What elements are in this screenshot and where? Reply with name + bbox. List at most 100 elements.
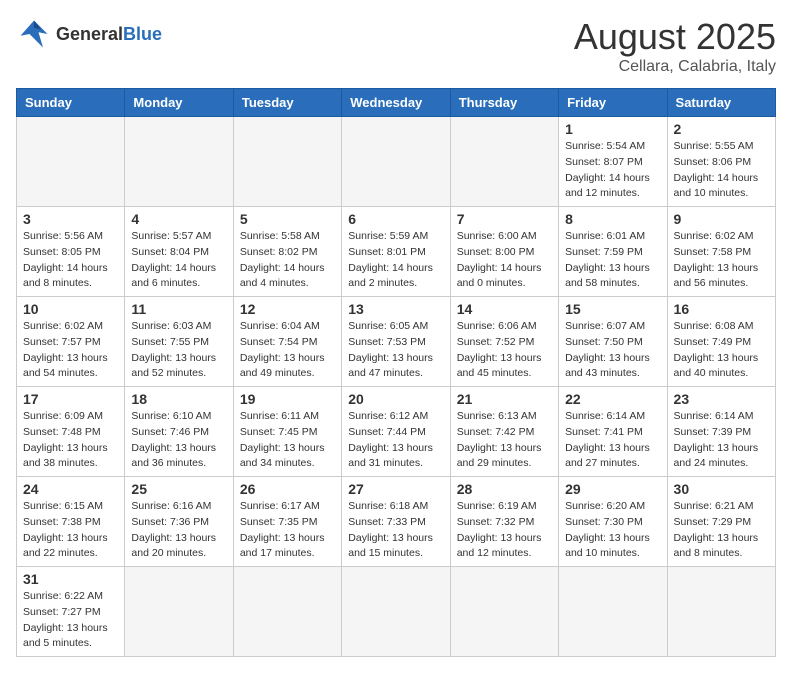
day-info: Sunrise: 6:02 AM Sunset: 7:57 PM Dayligh…: [23, 319, 118, 382]
day-info: Sunrise: 6:10 AM Sunset: 7:46 PM Dayligh…: [131, 409, 226, 472]
day-info: Sunrise: 6:05 AM Sunset: 7:53 PM Dayligh…: [348, 319, 443, 382]
calendar-cell: 3Sunrise: 5:56 AM Sunset: 8:05 PM Daylig…: [17, 207, 125, 297]
calendar-cell: 7 Sunrise: 6:00 AM Sunset: 8:00 PM Daylig…: [450, 207, 558, 297]
calendar-cell: 15Sunrise: 6:07 AM Sunset: 7:50 PM Dayli…: [559, 297, 667, 387]
day-number: 9: [674, 211, 769, 227]
calendar-cell: [342, 117, 450, 207]
day-info: Sunrise: 6:01 AM Sunset: 7:59 PM Dayligh…: [565, 229, 660, 292]
day-info: Sunrise: 6:09 AM Sunset: 7:48 PM Dayligh…: [23, 409, 118, 472]
calendar-cell: 24Sunrise: 6:15 AM Sunset: 7:38 PM Dayli…: [17, 477, 125, 567]
day-info: Sunrise: 6:21 AM Sunset: 7:29 PM Dayligh…: [674, 499, 769, 562]
calendar-cell: 21 Sunrise: 6:13 AM Sunset: 7:42 PM Dayli…: [450, 387, 558, 477]
logo-text: GeneralBlue: [56, 24, 162, 45]
header-day-saturday: Saturday: [667, 89, 775, 117]
day-number: 26: [240, 481, 335, 497]
calendar-cell: [125, 117, 233, 207]
day-info: Sunrise: 6:12 AM Sunset: 7:44 PM Dayligh…: [348, 409, 443, 472]
calendar-cell: 2 Sunrise: 5:55 AM Sunset: 8:06 PM Daylig…: [667, 117, 775, 207]
title-area: August 2025 Cellara, Calabria, Italy: [574, 16, 776, 76]
calendar-cell: 12Sunrise: 6:04 AM Sunset: 7:54 PM Dayli…: [233, 297, 341, 387]
calendar-cell: 29Sunrise: 6:20 AM Sunset: 7:30 PM Dayli…: [559, 477, 667, 567]
day-info: Sunrise: 6:14 AM Sunset: 7:39 PM Dayligh…: [674, 409, 769, 472]
day-info: Sunrise: 5:56 AM Sunset: 8:05 PM Dayligh…: [23, 229, 118, 292]
calendar-cell: 10 Sunrise: 6:02 AM Sunset: 7:57 PM Dayli…: [17, 297, 125, 387]
calendar-week-4: 17 Sunrise: 6:09 AM Sunset: 7:48 PM Dayli…: [17, 387, 776, 477]
day-number: 6: [348, 211, 443, 227]
header-day-sunday: Sunday: [17, 89, 125, 117]
calendar-cell: 19Sunrise: 6:11 AM Sunset: 7:45 PM Dayli…: [233, 387, 341, 477]
day-number: 21: [457, 391, 552, 407]
day-info: Sunrise: 6:06 AM Sunset: 7:52 PM Dayligh…: [457, 319, 552, 382]
day-number: 14: [457, 301, 552, 317]
calendar-cell: [233, 117, 341, 207]
day-number: 30: [674, 481, 769, 497]
day-info: Sunrise: 6:17 AM Sunset: 7:35 PM Dayligh…: [240, 499, 335, 562]
calendar-cell: 18 Sunrise: 6:10 AM Sunset: 7:46 PM Dayli…: [125, 387, 233, 477]
day-number: 28: [457, 481, 552, 497]
calendar-cell: 26 Sunrise: 6:17 AM Sunset: 7:35 PM Dayli…: [233, 477, 341, 567]
calendar-cell: 11 Sunrise: 6:03 AM Sunset: 7:55 PM Dayli…: [125, 297, 233, 387]
day-number: 7: [457, 211, 552, 227]
calendar-cell: 27Sunrise: 6:18 AM Sunset: 7:33 PM Dayli…: [342, 477, 450, 567]
calendar-cell: 13Sunrise: 6:05 AM Sunset: 7:53 PM Dayli…: [342, 297, 450, 387]
day-info: Sunrise: 5:57 AM Sunset: 8:04 PM Dayligh…: [131, 229, 226, 292]
header-day-tuesday: Tuesday: [233, 89, 341, 117]
day-info: Sunrise: 5:54 AM Sunset: 8:07 PM Dayligh…: [565, 139, 660, 202]
day-number: 29: [565, 481, 660, 497]
calendar-cell: 9Sunrise: 6:02 AM Sunset: 7:58 PM Daylig…: [667, 207, 775, 297]
calendar-cell: 14 Sunrise: 6:06 AM Sunset: 7:52 PM Dayli…: [450, 297, 558, 387]
calendar-cell: [450, 117, 558, 207]
calendar-cell: 4 Sunrise: 5:57 AM Sunset: 8:04 PM Daylig…: [125, 207, 233, 297]
calendar-week-5: 24Sunrise: 6:15 AM Sunset: 7:38 PM Dayli…: [17, 477, 776, 567]
calendar-cell: [17, 117, 125, 207]
calendar-cell: 22 Sunrise: 6:14 AM Sunset: 7:41 PM Dayli…: [559, 387, 667, 477]
month-title: August 2025: [574, 16, 776, 58]
calendar-cell: 20 Sunrise: 6:12 AM Sunset: 7:44 PM Dayli…: [342, 387, 450, 477]
day-number: 19: [240, 391, 335, 407]
calendar-cell: 6 Sunrise: 5:59 AM Sunset: 8:01 PM Daylig…: [342, 207, 450, 297]
day-info: Sunrise: 6:04 AM Sunset: 7:54 PM Dayligh…: [240, 319, 335, 382]
header-day-thursday: Thursday: [450, 89, 558, 117]
calendar-cell: 25Sunrise: 6:16 AM Sunset: 7:36 PM Dayli…: [125, 477, 233, 567]
day-number: 16: [674, 301, 769, 317]
day-number: 25: [131, 481, 226, 497]
day-number: 2: [674, 121, 769, 137]
logo-icon: [16, 16, 52, 52]
calendar-cell: 8 Sunrise: 6:01 AM Sunset: 7:59 PM Daylig…: [559, 207, 667, 297]
calendar-week-3: 10 Sunrise: 6:02 AM Sunset: 7:57 PM Dayli…: [17, 297, 776, 387]
day-number: 4: [131, 211, 226, 227]
day-info: Sunrise: 6:19 AM Sunset: 7:32 PM Dayligh…: [457, 499, 552, 562]
day-info: Sunrise: 6:00 AM Sunset: 8:00 PM Dayligh…: [457, 229, 552, 292]
header: GeneralBlue August 2025 Cellara, Calabri…: [16, 16, 776, 76]
day-info: Sunrise: 6:14 AM Sunset: 7:41 PM Dayligh…: [565, 409, 660, 472]
day-info: Sunrise: 6:15 AM Sunset: 7:38 PM Dayligh…: [23, 499, 118, 562]
day-info: Sunrise: 5:59 AM Sunset: 8:01 PM Dayligh…: [348, 229, 443, 292]
day-number: 15: [565, 301, 660, 317]
calendar-cell: 16 Sunrise: 6:08 AM Sunset: 7:49 PM Dayli…: [667, 297, 775, 387]
day-info: Sunrise: 6:08 AM Sunset: 7:49 PM Dayligh…: [674, 319, 769, 382]
day-number: 31: [23, 571, 118, 587]
day-number: 22: [565, 391, 660, 407]
calendar-cell: 30 Sunrise: 6:21 AM Sunset: 7:29 PM Dayli…: [667, 477, 775, 567]
header-day-wednesday: Wednesday: [342, 89, 450, 117]
calendar-week-1: 1 Sunrise: 5:54 AM Sunset: 8:07 PM Daylig…: [17, 117, 776, 207]
day-info: Sunrise: 6:03 AM Sunset: 7:55 PM Dayligh…: [131, 319, 226, 382]
day-number: 11: [131, 301, 226, 317]
day-info: Sunrise: 5:55 AM Sunset: 8:06 PM Dayligh…: [674, 139, 769, 202]
calendar: SundayMondayTuesdayWednesdayThursdayFrid…: [16, 88, 776, 657]
header-day-monday: Monday: [125, 89, 233, 117]
day-info: Sunrise: 6:18 AM Sunset: 7:33 PM Dayligh…: [348, 499, 443, 562]
day-number: 18: [131, 391, 226, 407]
day-number: 10: [23, 301, 118, 317]
day-number: 20: [348, 391, 443, 407]
day-number: 17: [23, 391, 118, 407]
logo: GeneralBlue: [16, 16, 162, 52]
location: Cellara, Calabria, Italy: [574, 58, 776, 76]
calendar-cell: 17 Sunrise: 6:09 AM Sunset: 7:48 PM Dayli…: [17, 387, 125, 477]
calendar-week-2: 3Sunrise: 5:56 AM Sunset: 8:05 PM Daylig…: [17, 207, 776, 297]
day-number: 8: [565, 211, 660, 227]
calendar-cell: 23Sunrise: 6:14 AM Sunset: 7:39 PM Dayli…: [667, 387, 775, 477]
day-number: 1: [565, 121, 660, 137]
day-info: Sunrise: 6:22 AM Sunset: 7:27 PM Dayligh…: [23, 589, 118, 652]
day-info: Sunrise: 6:13 AM Sunset: 7:42 PM Dayligh…: [457, 409, 552, 472]
